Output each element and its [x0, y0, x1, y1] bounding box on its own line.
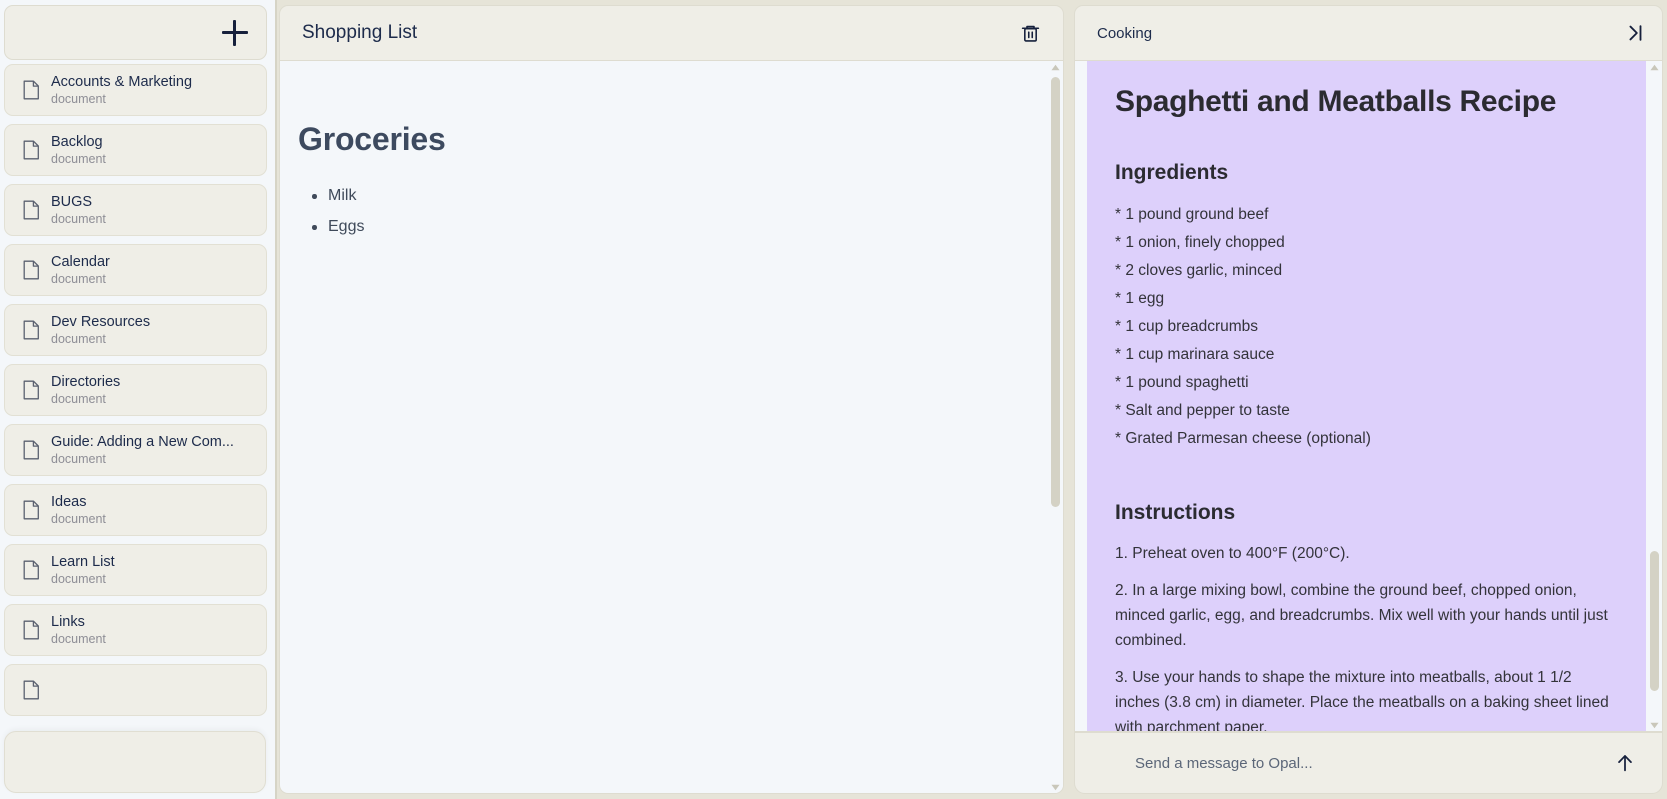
- chat-panel: Cooking Spaghetti and Meatballs Recipe I…: [1070, 0, 1667, 799]
- document-title: Shopping List: [302, 22, 418, 43]
- sidebar-item[interactable]: Learn List document: [4, 544, 267, 596]
- document-icon: [23, 620, 51, 640]
- sidebar-item-title: BUGS: [51, 193, 93, 210]
- chat-messages-area: Spaghetti and Meatballs Recipe Ingredien…: [1074, 61, 1663, 732]
- chat-scroll-up-arrow-icon[interactable]: [1646, 61, 1662, 73]
- ingredients-heading: Ingredients: [1115, 161, 1229, 184]
- document-body: Groceries Milk Eggs: [279, 61, 1064, 794]
- sidebar-item-title: Learn List: [51, 553, 115, 570]
- ingredient-line: * 1 pound spaghetti: [1115, 374, 1249, 391]
- instruction-step: 1. Preheat oven to 400°F (200°C).: [1115, 545, 1350, 562]
- document-icon: [23, 140, 51, 160]
- document-list[interactable]: Accounts & Marketing document Backlog docum…: [0, 64, 275, 799]
- ingredient-line: * 1 egg: [1115, 290, 1165, 307]
- groceries-list: Milk Eggs: [298, 180, 1063, 242]
- sidebar-item-subtitle: document: [51, 451, 106, 466]
- document-panel: Shopping List Groceries Milk Eggs: [277, 0, 1070, 799]
- document-header: Shopping List: [279, 5, 1064, 61]
- chat-scroll-thumb[interactable]: [1650, 551, 1659, 691]
- document-icon: [23, 320, 51, 340]
- recipe-title: Spaghetti and Meatballs Recipe: [1115, 85, 1557, 118]
- sidebar: Accounts & Marketing document Backlog docum…: [0, 0, 277, 799]
- sidebar-item-title: Directories: [51, 373, 121, 390]
- sidebar-item[interactable]: Backlog document: [4, 124, 267, 176]
- ingredient-line: * 1 onion, finely chopped: [1115, 234, 1285, 251]
- sidebar-bottom-panel: [4, 731, 266, 793]
- ingredient-line: * 1 cup marinara sauce: [1115, 346, 1275, 363]
- sidebar-item[interactable]: [4, 664, 267, 716]
- chat-title: Cooking: [1097, 24, 1153, 42]
- document-heading: Groceries: [298, 121, 446, 157]
- arrow-up-icon[interactable]: [1610, 748, 1640, 778]
- sidebar-item-subtitle: document: [51, 271, 106, 286]
- document-content[interactable]: Groceries Milk Eggs: [280, 61, 1063, 242]
- ingredient-line: * 1 cup breadcrumbs: [1115, 318, 1259, 335]
- add-document-button[interactable]: [222, 19, 248, 46]
- sidebar-item-subtitle: document: [51, 151, 106, 166]
- sidebar-item-subtitle: document: [51, 631, 106, 646]
- ingredients-list: * 1 pound ground beef * 1 onion, finely c…: [1115, 201, 1618, 453]
- chat-header: Cooking: [1074, 5, 1663, 61]
- sidebar-item-subtitle: document: [51, 211, 106, 226]
- document-icon: [23, 260, 51, 280]
- sidebar-item[interactable]: Accounts & Marketing document: [4, 64, 267, 116]
- sidebar-item-subtitle: document: [51, 571, 106, 586]
- sidebar-item-title: Calendar: [51, 253, 110, 270]
- grocery-item: Milk: [312, 180, 1063, 211]
- instructions-heading: Instructions: [1115, 501, 1236, 524]
- sidebar-item[interactable]: Guide: Adding a New Com... document: [4, 424, 267, 476]
- chat-scrollbar[interactable]: [1646, 61, 1662, 731]
- chat-composer: [1074, 732, 1663, 794]
- collapse-panel-right-icon[interactable]: [1620, 18, 1650, 48]
- sidebar-item[interactable]: BUGS document: [4, 184, 267, 236]
- ingredient-line: * Grated Parmesan cheese (optional): [1115, 430, 1371, 447]
- ingredient-line: * 1 pound ground beef: [1115, 206, 1269, 223]
- sidebar-item-title: Links: [51, 613, 85, 630]
- document-icon: [23, 380, 51, 400]
- document-icon: [23, 440, 51, 460]
- chat-scroll-down-arrow-icon[interactable]: [1646, 719, 1662, 731]
- instructions-list: 1. Preheat oven to 400°F (200°C). 2. In a…: [1115, 541, 1618, 731]
- sidebar-item-subtitle: document: [51, 511, 106, 526]
- document-icon: [23, 560, 51, 580]
- document-scrollbar[interactable]: [1047, 61, 1063, 793]
- grocery-item: Eggs: [312, 211, 1063, 242]
- document-icon: [23, 80, 51, 100]
- scroll-down-arrow-icon[interactable]: [1047, 781, 1063, 793]
- instruction-step: 2. In a large mixing bowl, combine the g…: [1115, 582, 1608, 649]
- sidebar-item-title: Ideas: [51, 493, 87, 510]
- sidebar-item-title: Guide: Adding a New Com...: [51, 433, 234, 450]
- sidebar-item[interactable]: Ideas document: [4, 484, 267, 536]
- trash-icon[interactable]: [1020, 23, 1041, 44]
- instruction-step: 3. Use your hands to shape the mixture i…: [1115, 669, 1609, 731]
- document-icon: [23, 200, 51, 220]
- document-icon: [23, 500, 51, 520]
- document-icon: [23, 680, 51, 700]
- ingredient-line: * Salt and pepper to taste: [1115, 402, 1290, 419]
- sidebar-item-title: Dev Resources: [51, 313, 151, 330]
- ingredient-line: * 2 cloves garlic, minced: [1115, 262, 1283, 279]
- chat-scroll-region[interactable]: Spaghetti and Meatballs Recipe Ingredien…: [1075, 61, 1646, 731]
- assistant-message: Spaghetti and Meatballs Recipe Ingredien…: [1087, 61, 1646, 731]
- sidebar-item[interactable]: Calendar document: [4, 244, 267, 296]
- sidebar-item-subtitle: document: [51, 391, 106, 406]
- sidebar-item-title: Accounts & Marketing: [51, 73, 193, 90]
- app-root: Accounts & Marketing document Backlog docum…: [0, 0, 1667, 799]
- sidebar-item-subtitle: document: [51, 91, 106, 106]
- sidebar-item[interactable]: Links document: [4, 604, 267, 656]
- sidebar-item[interactable]: Directories document: [4, 364, 267, 416]
- scroll-up-arrow-icon[interactable]: [1047, 61, 1063, 73]
- sidebar-item-subtitle: document: [51, 331, 106, 346]
- document-scroll-thumb[interactable]: [1051, 77, 1060, 507]
- sidebar-item[interactable]: Dev Resources document: [4, 304, 267, 356]
- chat-input[interactable]: [1135, 754, 1610, 772]
- sidebar-header: [4, 5, 267, 60]
- sidebar-item-title: Backlog: [51, 133, 103, 150]
